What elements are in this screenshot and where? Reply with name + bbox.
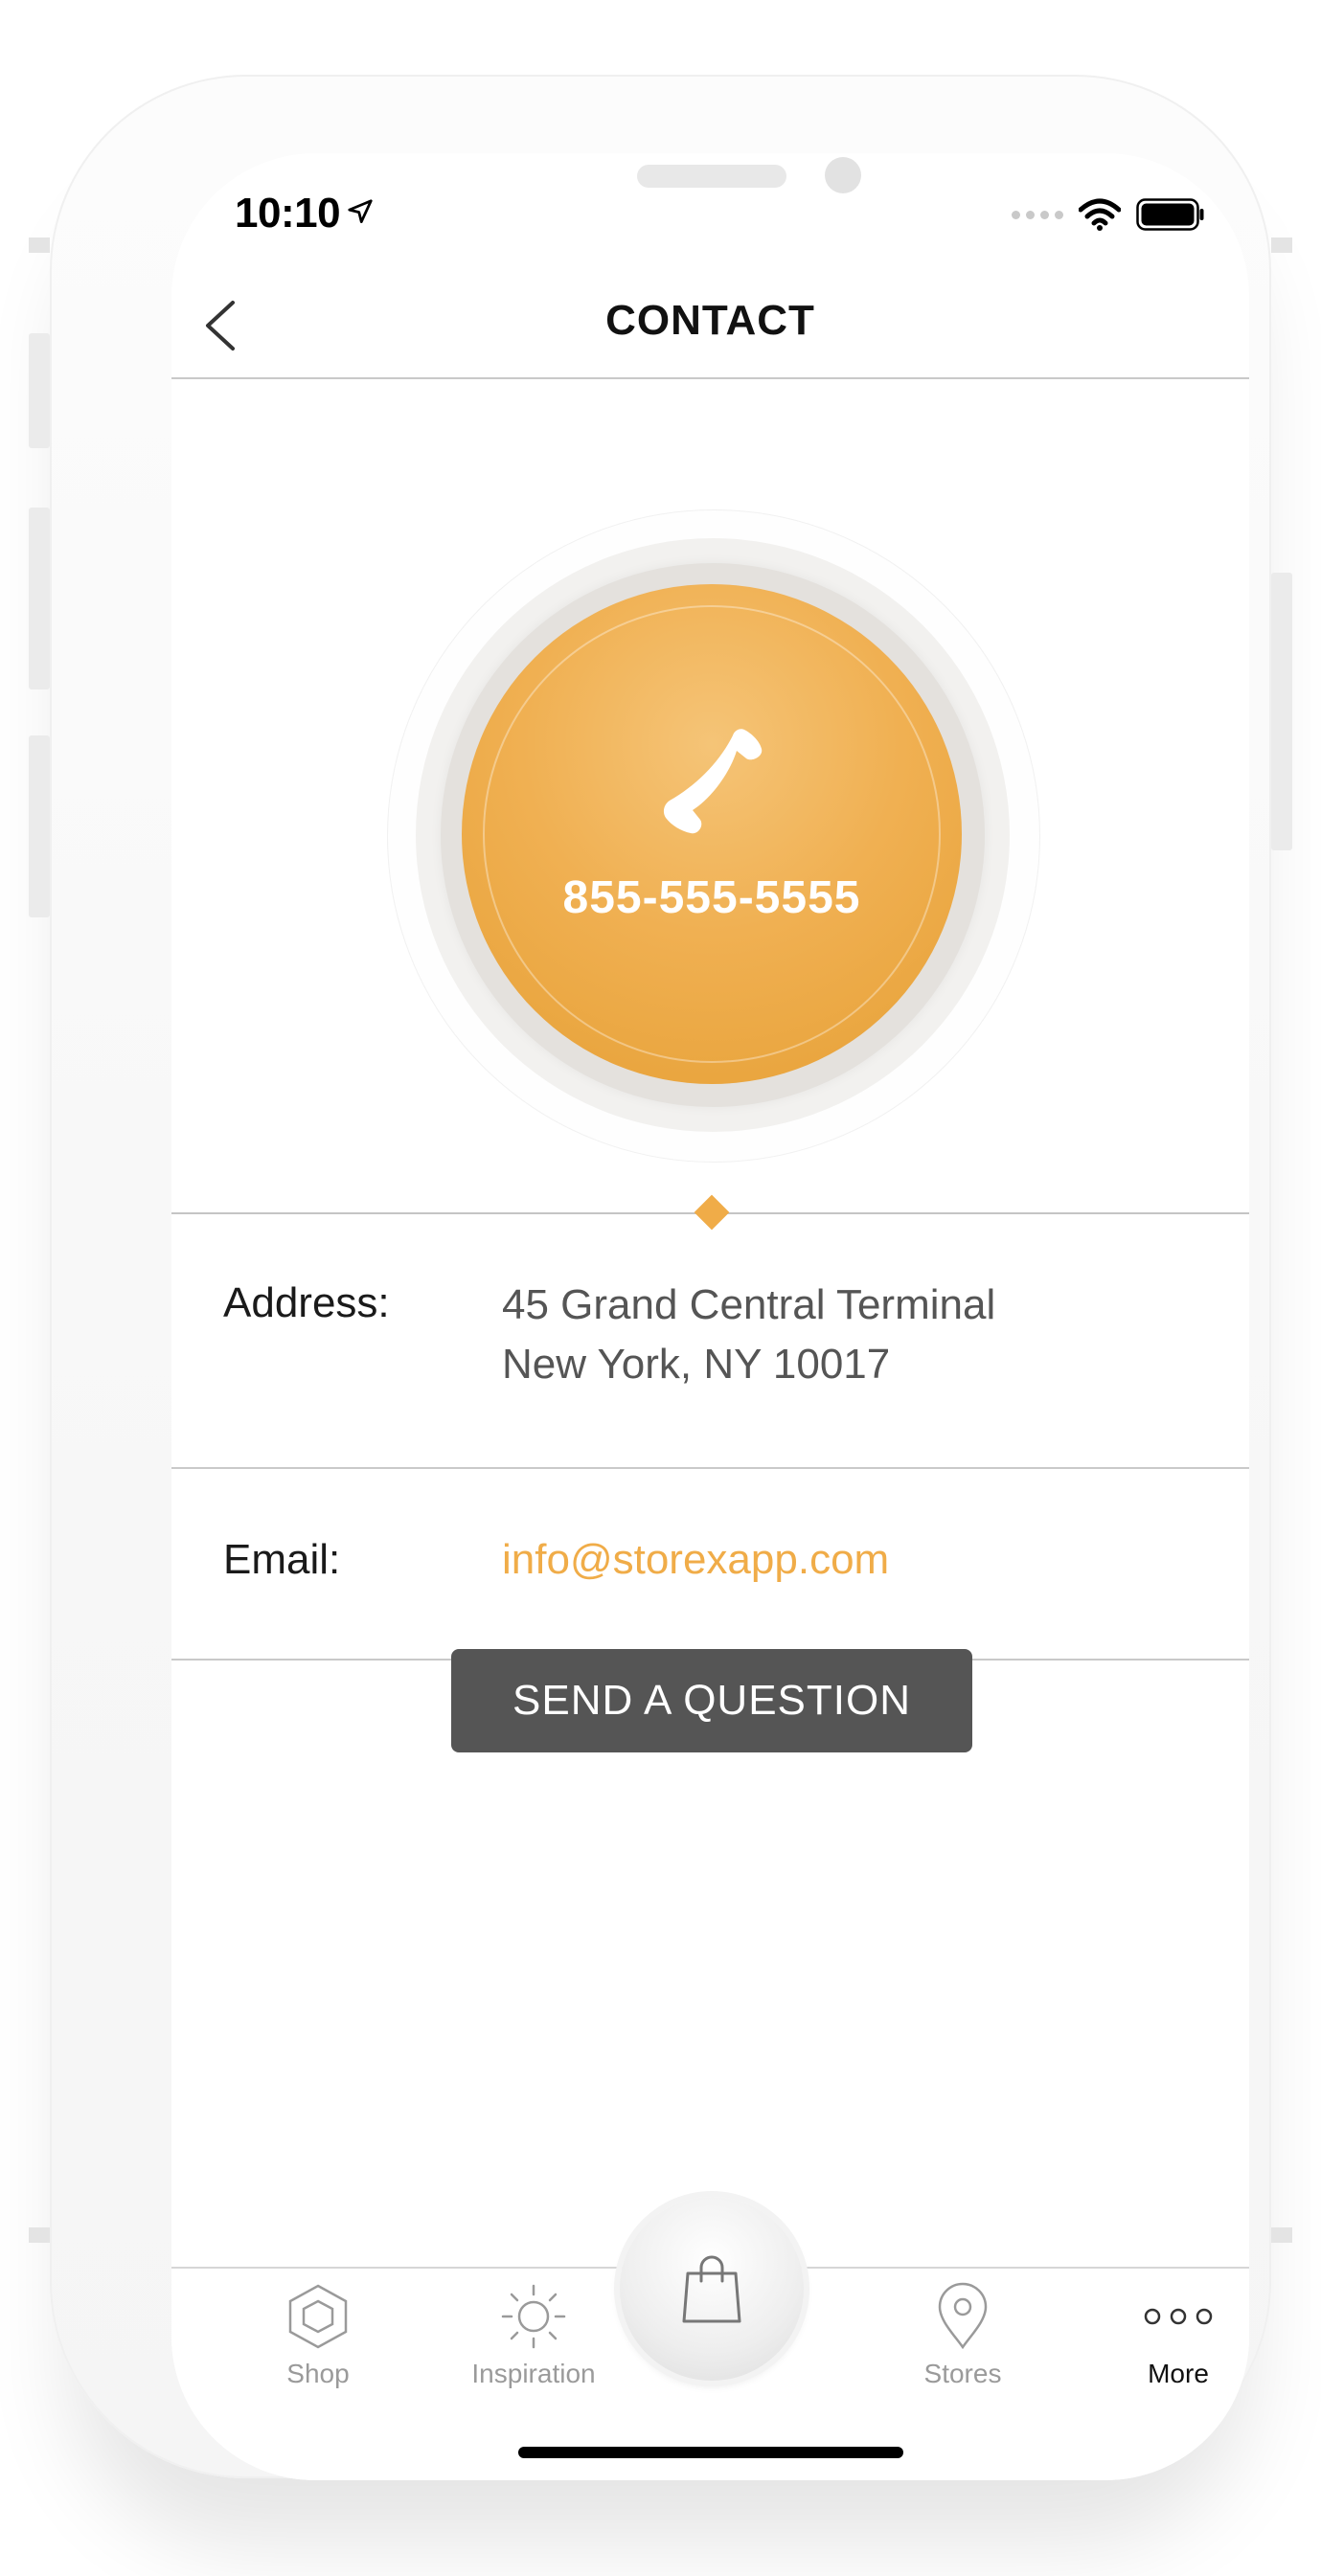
frame-notch-br [1271,2227,1292,2243]
frame-notch-tr [1271,237,1292,253]
tab-label-more: More [1148,2359,1209,2388]
sun-icon [501,2284,566,2349]
email-label: Email: [223,1536,341,1583]
tab-stores[interactable]: Stores [881,2282,1044,2416]
phone-number[interactable]: 855-555-5555 [462,871,962,924]
cart-button[interactable] [620,2197,804,2381]
email-value: info@storexapp.com [502,1530,889,1590]
tab-label-inspiration: Inspiration [471,2359,596,2388]
frame-notch-bl [29,2227,50,2243]
email-row: Email: info@storexapp.com [171,1469,1249,1659]
signal-dots-icon [1012,210,1063,219]
send-question-button[interactable]: SEND A QUESTION [451,1649,972,1752]
call-button[interactable]: 855-555-5555 [462,584,962,1084]
phone-icon [663,729,763,834]
call-area: 855-555-5555 [171,379,1249,1212]
frame-notch-tl [29,237,50,253]
tab-more[interactable]: More [1097,2282,1249,2416]
battery-icon [1136,198,1204,231]
tab-shop[interactable]: Shop [237,2282,399,2416]
status-time: 10:10 [235,190,341,237]
address-line-1: 45 Grand Central Terminal [502,1281,996,1328]
device-frame: 10:10 CONTACT 855-555-5555 Address: 45 G… [29,75,1292,2480]
nav-bar: CONTACT [171,276,1249,379]
address-line-2: New York, NY 10017 [502,1341,891,1388]
side-button-right [1271,573,1292,850]
tab-label-stores: Stores [923,2359,1002,2388]
status-icons [1012,195,1205,234]
address-row: Address: 45 Grand Central Terminal New Y… [171,1214,1249,1467]
location-arrow-icon [348,199,373,223]
tab-label-shop: Shop [286,2359,350,2388]
home-indicator [518,2447,903,2458]
email-link[interactable]: info@storexapp.com [502,1536,889,1583]
front-camera [825,157,861,193]
speaker-grille [637,165,786,188]
address-label: Address: [223,1279,390,1326]
wifi-icon [1079,198,1121,231]
more-dots-icon [1144,2308,1213,2325]
side-button-left-3 [29,735,50,917]
address-value: 45 Grand Central Terminal New York, NY 1… [502,1276,995,1394]
hexagon-icon [288,2284,348,2349]
screen: 10:10 CONTACT 855-555-5555 Address: 45 G… [171,153,1249,2480]
tab-inspiration[interactable]: Inspiration [452,2282,615,2416]
side-button-left-1 [29,333,50,448]
shopping-bag-icon [682,2255,741,2323]
map-pin-icon [938,2282,988,2350]
side-button-left-2 [29,508,50,689]
page-title: CONTACT [605,297,815,344]
